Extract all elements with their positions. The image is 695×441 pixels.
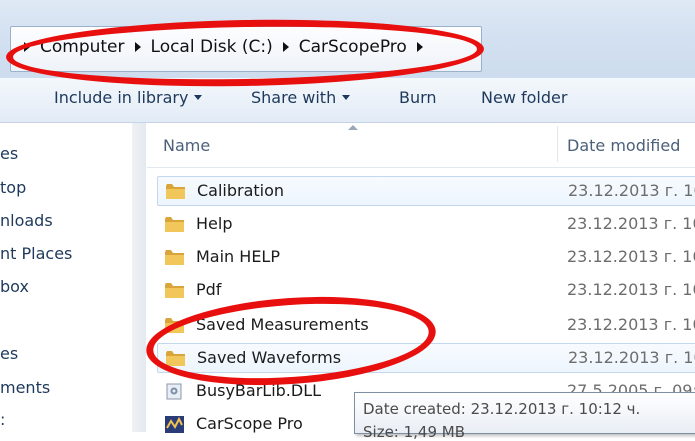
folder-icon	[165, 283, 184, 298]
nav-item-downloads[interactable]: nloads	[0, 211, 53, 230]
nav-item-libraries[interactable]: es	[0, 344, 18, 363]
tooltip-size: Size: 1,49 MB	[363, 423, 466, 441]
file-name: Calibration	[197, 181, 285, 200]
file-name: Main HELP	[196, 247, 280, 266]
file-date: 23.12.2013 г. 10	[567, 280, 695, 299]
folder-icon	[166, 184, 185, 199]
new-folder-button[interactable]: New folder	[481, 88, 567, 107]
file-name: Pdf	[196, 280, 222, 299]
chevron-down-icon	[194, 95, 203, 100]
list-item[interactable]: Help 23.12.2013 г. 10	[157, 210, 695, 240]
file-date: 23.12.2013 г. 10	[567, 214, 695, 233]
list-item[interactable]: Main HELP 23.12.2013 г. 10	[157, 243, 695, 273]
new-folder-label: New folder	[481, 88, 568, 107]
list-item[interactable]: Calibration 23.12.2013 г. 10	[157, 176, 695, 206]
file-tooltip: Date created: 23.12.2013 г. 10:12 ч. Siz…	[354, 392, 695, 441]
file-date: 23.12.2013 г. 10	[568, 348, 695, 367]
include-in-library-label: Include in library	[54, 88, 189, 107]
app-icon	[165, 416, 184, 433]
nav-item-desktop[interactable]: top	[0, 178, 26, 197]
dll-icon	[166, 383, 182, 400]
share-with-button[interactable]: Share with	[251, 88, 351, 107]
chevron-down-icon	[342, 95, 351, 100]
file-date: 23.12.2013 г. 10	[568, 181, 695, 200]
nav-item-documents[interactable]: ments	[0, 378, 50, 397]
nav-item-favorites[interactable]: es	[0, 144, 18, 163]
column-header-date-modified[interactable]: Date modified	[567, 136, 680, 155]
file-date: 23.12.2013 г. 10	[567, 247, 695, 266]
nav-item-recent-places[interactable]: nt Places	[0, 244, 72, 263]
file-name: CarScope Pro	[196, 414, 303, 433]
file-name: Help	[196, 214, 233, 233]
list-item[interactable]: Pdf 23.12.2013 г. 10	[157, 276, 695, 306]
folder-icon	[165, 217, 184, 232]
sort-ascending-icon	[348, 125, 358, 130]
column-divider[interactable]	[557, 126, 558, 162]
burn-button[interactable]: Burn	[399, 88, 437, 107]
folder-icon	[165, 250, 184, 265]
nav-item-dropbox[interactable]: box	[0, 277, 29, 296]
column-header-name[interactable]: Name	[163, 136, 210, 155]
share-with-label: Share with	[251, 88, 337, 107]
nav-item-drive[interactable]: :	[0, 410, 5, 429]
nav-scrollbar[interactable]	[132, 123, 146, 432]
include-in-library-button[interactable]: Include in library	[54, 88, 203, 107]
file-date: 23.12.2013 г. 10	[567, 315, 695, 334]
tooltip-date-created: Date created: 23.12.2013 г. 10:12 ч.	[363, 400, 641, 418]
burn-label: Burn	[399, 88, 437, 107]
